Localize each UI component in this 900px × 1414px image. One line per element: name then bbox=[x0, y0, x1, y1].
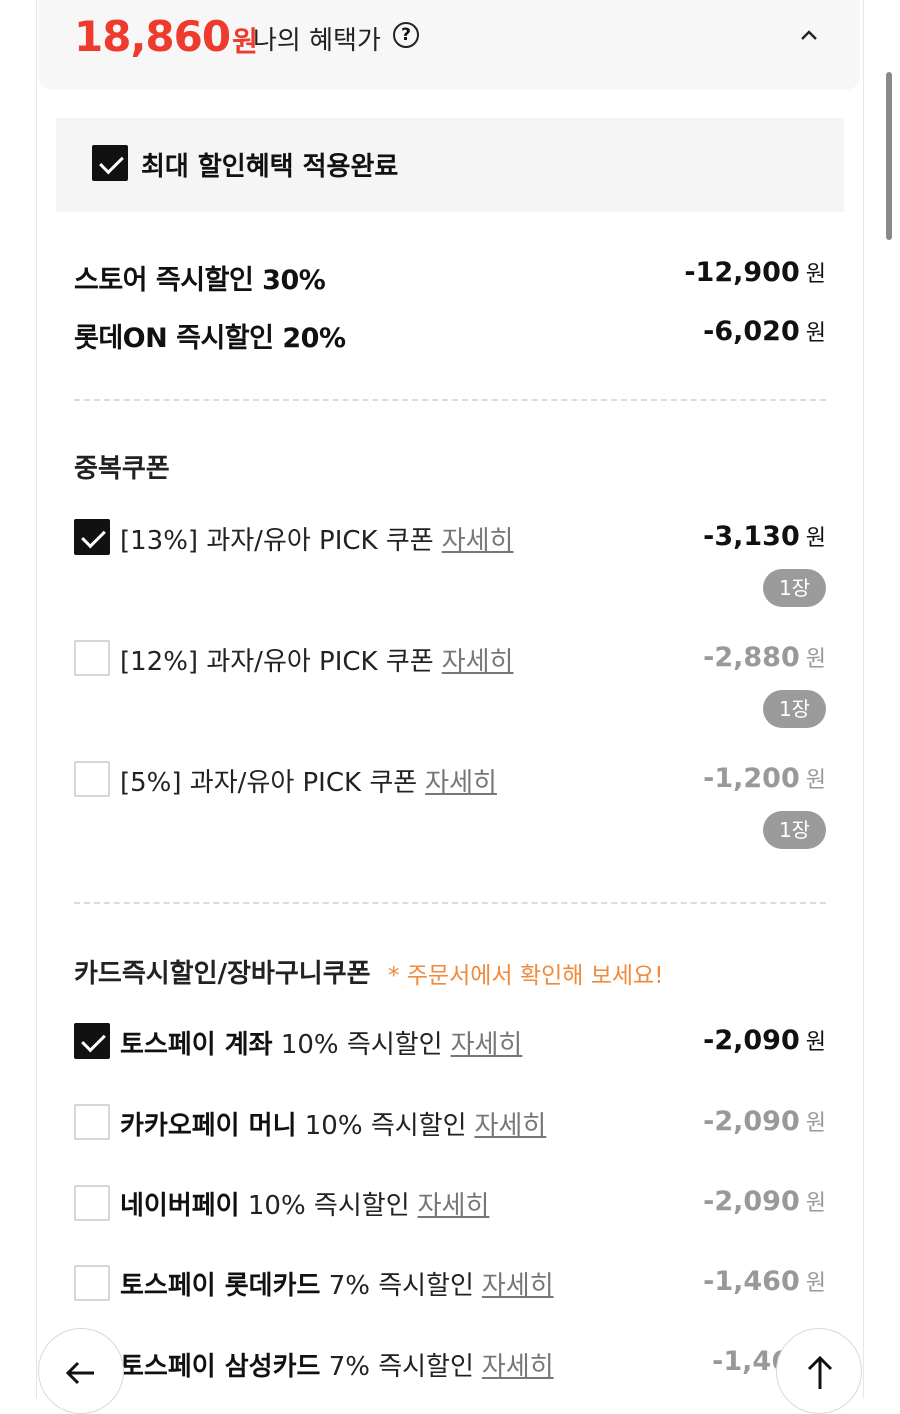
coupon-13-detail-link[interactable]: 자세히 bbox=[442, 526, 514, 556]
scroll-top-button[interactable] bbox=[776, 1328, 862, 1414]
card-toss-lotte-label: 토스페이 롯데카드 7% 즉시할인 자세히 bbox=[120, 1271, 554, 1301]
card-discount-title: 카드즉시할인/장바구니쿠폰 bbox=[74, 959, 371, 989]
coupon-12-detail-link[interactable]: 자세히 bbox=[442, 647, 514, 677]
card-kakaopay-detail-link[interactable]: 자세히 bbox=[475, 1111, 547, 1141]
stack-coupon-title: 중복쿠폰 bbox=[74, 454, 170, 484]
coupon-12-amount: -2,880 원 bbox=[703, 642, 826, 673]
coupon-5-qty-badge: 1장 bbox=[763, 811, 826, 849]
card-kakaopay-amount: -2,090 원 bbox=[703, 1106, 826, 1137]
card-naverpay-checkbox[interactable] bbox=[74, 1185, 110, 1221]
card-toss-account-detail-link[interactable]: 자세히 bbox=[451, 1030, 523, 1060]
card-toss-samsung-detail-link[interactable]: 자세히 bbox=[482, 1352, 554, 1382]
divider bbox=[74, 399, 826, 401]
card-kakaopay-label: 카카오페이 머니 10% 즉시할인 자세히 bbox=[120, 1111, 547, 1141]
card-naverpay-label: 네이버페이 10% 즉시할인 자세히 bbox=[120, 1191, 490, 1221]
card-toss-lotte-checkbox[interactable] bbox=[74, 1265, 110, 1301]
coupon-5-amount: -1,200 원 bbox=[703, 763, 826, 794]
card-toss-lotte-amount: -1,460 원 bbox=[703, 1266, 826, 1297]
card-discount-note: * 주문서에서 확인해 보세요! bbox=[388, 963, 664, 989]
divider bbox=[74, 902, 826, 904]
card-toss-account-checkbox[interactable] bbox=[74, 1023, 110, 1059]
chevron-up-icon[interactable] bbox=[798, 26, 820, 44]
max-discount-checkbox[interactable] bbox=[92, 145, 128, 181]
card-kakaopay-checkbox[interactable] bbox=[74, 1104, 110, 1140]
back-button[interactable] bbox=[38, 1328, 124, 1414]
coupon-5-label: [5%] 과자/유아 PICK 쿠폰 자세히 bbox=[120, 768, 497, 798]
coupon-13-amount: -3,130 원 bbox=[703, 521, 826, 552]
store-discount-label: 스토어 즉시할인 30% bbox=[74, 265, 326, 296]
lotteon-discount-label: 롯데ON 즉시할인 20% bbox=[74, 323, 346, 354]
scrollbar[interactable] bbox=[886, 72, 892, 240]
max-discount-label: 최대 할인혜택 적용완료 bbox=[141, 152, 399, 182]
coupon-13-qty-badge: 1장 bbox=[763, 569, 826, 607]
coupon-12-checkbox[interactable] bbox=[74, 640, 110, 676]
card-toss-samsung-label: 토스페이 삼성카드 7% 즉시할인 자세히 bbox=[120, 1352, 554, 1382]
coupon-12-qty-badge: 1장 bbox=[763, 690, 826, 728]
card-toss-lotte-detail-link[interactable]: 자세히 bbox=[482, 1271, 554, 1301]
arrow-left-icon bbox=[65, 1361, 94, 1385]
coupon-12-label: [12%] 과자/유아 PICK 쿠폰 자세히 bbox=[120, 647, 514, 677]
lotteon-discount-amount: -6,020 원 bbox=[703, 316, 826, 347]
coupon-13-label: [13%] 과자/유아 PICK 쿠폰 자세히 bbox=[120, 526, 514, 556]
arrow-up-icon bbox=[807, 1355, 833, 1389]
card-toss-account-amount: -2,090 원 bbox=[703, 1025, 826, 1056]
coupon-5-checkbox[interactable] bbox=[74, 761, 110, 797]
benefit-label: 나의 혜택가 bbox=[253, 26, 381, 56]
benefit-price: 18,860원 bbox=[74, 12, 258, 61]
coupon-13-checkbox[interactable] bbox=[74, 519, 110, 555]
question-circle-icon[interactable]: ? bbox=[393, 22, 419, 48]
card-naverpay-detail-link[interactable]: 자세히 bbox=[418, 1191, 490, 1221]
card-toss-account-label: 토스페이 계좌 10% 즉시할인 자세히 bbox=[120, 1030, 523, 1060]
coupon-5-detail-link[interactable]: 자세히 bbox=[425, 768, 497, 798]
card-naverpay-amount: -2,090 원 bbox=[703, 1186, 826, 1217]
store-discount-amount: -12,900 원 bbox=[684, 257, 826, 288]
